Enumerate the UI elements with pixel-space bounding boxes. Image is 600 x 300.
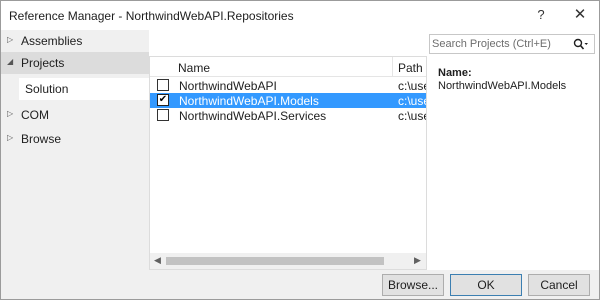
- collapse-arrow-icon[interactable]: ◢: [7, 57, 13, 66]
- category-sidebar: ▷ Assemblies ◢ Projects Solution ▷ COM ▷…: [1, 30, 149, 270]
- row-checkbox[interactable]: [157, 109, 169, 121]
- search-input[interactable]: [432, 36, 570, 52]
- search-icon[interactable]: [573, 38, 589, 52]
- cancel-button[interactable]: Cancel: [528, 274, 590, 296]
- row-name: NorthwindWebAPI.Models: [179, 94, 319, 108]
- dialog-footer: Browse... OK Cancel: [1, 270, 599, 299]
- sidebar-item-label: Browse: [21, 132, 62, 146]
- row-checkbox[interactable]: [157, 79, 169, 91]
- close-button[interactable]: ✕: [567, 4, 593, 26]
- row-path: c:\user: [398, 94, 426, 108]
- scroll-right-icon[interactable]: ▶: [414, 255, 421, 266]
- scrollbar-thumb[interactable]: [166, 257, 384, 265]
- details-name-value: NorthwindWebAPI.Models: [438, 80, 567, 92]
- window-title: Reference Manager - NorthwindWebAPI.Repo…: [9, 9, 294, 23]
- browse-button[interactable]: Browse...: [382, 274, 444, 296]
- search-box: [429, 34, 595, 54]
- scroll-left-icon[interactable]: ◀: [154, 255, 161, 266]
- sidebar-item-label: Solution: [25, 82, 69, 96]
- help-button[interactable]: ?: [529, 4, 553, 26]
- sidebar-item-label: COM: [21, 108, 49, 122]
- title-bar: Reference Manager - NorthwindWebAPI.Repo…: [1, 1, 599, 30]
- row-name: NorthwindWebAPI: [179, 79, 277, 93]
- project-list: Name Path NorthwindWebAPI c:\user ✔ Nort…: [149, 56, 427, 270]
- sidebar-item-browse[interactable]: ▷ Browse: [1, 128, 149, 150]
- details-pane: Name: NorthwindWebAPI.Models: [438, 67, 593, 92]
- sidebar-item-assemblies[interactable]: ▷ Assemblies: [1, 30, 149, 52]
- reference-manager-dialog: Reference Manager - NorthwindWebAPI.Repo…: [0, 0, 600, 300]
- column-header-name[interactable]: Name: [178, 61, 210, 75]
- table-row[interactable]: NorthwindWebAPI c:\user: [150, 78, 426, 93]
- row-checkbox[interactable]: ✔: [157, 94, 169, 106]
- expand-arrow-icon[interactable]: ▷: [7, 133, 13, 142]
- sidebar-item-projects[interactable]: ◢ Projects: [1, 52, 149, 74]
- row-path: c:\user: [398, 109, 426, 123]
- expand-arrow-icon[interactable]: ▷: [7, 35, 13, 44]
- column-header-path[interactable]: Path: [398, 61, 423, 75]
- ok-button[interactable]: OK: [450, 274, 522, 296]
- sidebar-item-com[interactable]: ▷ COM: [1, 104, 149, 126]
- row-path: c:\user: [398, 79, 426, 93]
- horizontal-scrollbar[interactable]: ◀ ▶: [150, 253, 426, 269]
- list-header: Name Path: [150, 57, 426, 77]
- expand-arrow-icon[interactable]: ▷: [7, 109, 13, 118]
- sidebar-item-label: Assemblies: [21, 34, 83, 48]
- details-name-label: Name:: [438, 67, 472, 79]
- table-row[interactable]: NorthwindWebAPI.Services c:\user: [150, 108, 426, 123]
- column-divider[interactable]: [392, 57, 393, 77]
- sidebar-item-label: Projects: [21, 56, 65, 70]
- table-row[interactable]: ✔ NorthwindWebAPI.Models c:\user: [150, 93, 426, 108]
- row-name: NorthwindWebAPI.Services: [179, 109, 327, 123]
- sidebar-item-solution[interactable]: Solution: [19, 78, 149, 100]
